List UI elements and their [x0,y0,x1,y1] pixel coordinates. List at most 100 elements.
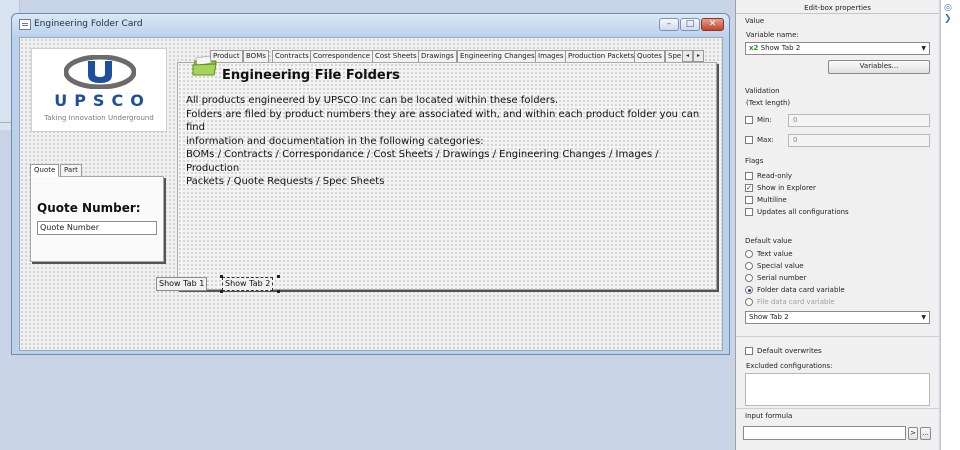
minimize-icon: – [666,19,672,29]
minimize-button[interactable]: – [659,18,679,31]
variables-button[interactable]: Variables... [828,60,930,74]
divider [736,336,939,337]
tab-quote[interactable]: Quote [30,164,60,177]
divider [736,408,939,409]
selection-handle[interactable] [277,275,280,278]
properties-panel: Edit-box properties Value Variable name:… [735,0,939,450]
checkbox-icon [745,196,753,204]
excluded-configurations-field[interactable] [745,373,930,406]
input-formula-field[interactable] [743,426,906,440]
input-formula-label: Input formula [745,412,793,420]
default-value-selected: Show Tab 2 [749,313,789,321]
quote-tab-panel: Quote Number: Quote Number [30,176,164,262]
selection-handle[interactable] [277,290,280,293]
serial-number-radio[interactable]: Serial number [745,273,806,283]
excluded-configurations-label: Excluded configurations: [746,362,833,370]
formula-browse-button[interactable]: ... [920,427,931,440]
radio-label: File data card variable [757,298,835,306]
max-label: Max: [757,136,774,144]
flags-section-label: Flags [745,157,764,165]
default-overwrites-label: Default overwrites [757,347,822,355]
max-checkbox[interactable]: Max: [745,135,774,145]
min-checkbox[interactable]: Min: [745,115,772,125]
panel-title: Engineering File Folders [222,68,400,83]
close-button[interactable]: ✕ [701,18,724,31]
min-field[interactable]: 0 [788,114,930,127]
card-icon [19,19,31,30]
upsco-logo[interactable]: UPSCO Taking Innovation Underground [31,48,167,132]
chevron-left-icon: ◂ [685,52,689,59]
selection-handle[interactable] [220,290,223,293]
flag-label: Show in Explorer [757,184,816,192]
checkmark-icon: ✓ [745,184,753,192]
radio-label: Text value [757,250,793,258]
radio-icon [745,262,753,270]
engineering-tab-panel: Engineering File Folders All products en… [177,55,717,290]
radio-icon [745,250,753,258]
description-line: All products engineered by UPSCO Inc can… [186,95,559,106]
show-tab-2-editbox[interactable]: Show Tab 2 [222,277,274,291]
checkbox-icon [745,172,753,180]
radio-icon [745,298,753,306]
default-value-section-label: Default value [745,237,792,245]
multiline-checkbox[interactable]: Multiline [745,195,787,205]
selection-handle[interactable] [220,275,223,278]
radio-selected-icon [745,286,753,294]
chevron-down-icon: ▼ [921,314,926,321]
default-value-select[interactable]: Show Tab 2 ▼ [745,311,930,324]
window-titlebar[interactable]: Engineering Folder Card – □ ✕ [12,14,729,36]
variable-name-label: Variable name: [746,31,799,39]
maximize-button[interactable]: □ [680,18,700,31]
updates-all-configurations-checkbox[interactable]: Updates all configurations [745,207,849,217]
text-value-radio[interactable]: Text value [745,249,793,259]
flag-label: Read-only [757,172,793,180]
folder-icon [192,55,217,76]
close-icon: ✕ [708,19,717,29]
value-section-label: Value [745,17,765,25]
folder-data-card-variable-radio[interactable]: Folder data card variable [745,285,845,295]
special-value-radio[interactable]: Special value [745,261,804,271]
card-canvas[interactable]: UPSCO Taking Innovation Underground Quot… [19,37,723,351]
description-line: information and documentation in the fol… [186,135,484,147]
info-icon[interactable]: ❯ [944,14,952,24]
variable-name-value: Show Tab 2 [760,44,801,52]
radio-label: Serial number [757,274,807,282]
upsco-logo-mark-icon [64,55,136,89]
quote-number-field[interactable]: Quote Number [37,221,157,235]
radio-label: Folder data card variable [757,286,845,294]
file-data-card-variable-radio: File data card variable [745,297,835,307]
min-label: Min: [757,116,772,124]
checkbox-icon [745,208,753,216]
checkbox-icon [745,347,753,355]
right-sidebar: ◎ ❯ [940,0,960,450]
radio-label: Special value [757,262,804,270]
logo-wordmark: UPSCO [54,91,151,110]
show-in-explorer-checkbox[interactable]: ✓ Show in Explorer [745,183,816,193]
logo-tagline: Taking Innovation Underground [44,114,154,122]
show-tab-1-editbox[interactable]: Show Tab 1 [156,277,208,291]
help-icon[interactable]: ◎ [944,3,952,13]
chevron-down-icon: ▼ [921,45,926,52]
formula-insert-button[interactable]: > [908,427,918,440]
properties-header: Edit-box properties [736,0,939,14]
window-title: Engineering Folder Card [34,19,143,29]
radio-icon [745,274,753,282]
tab-scroll-left-button[interactable]: ◂ [682,50,693,62]
panel-description: All products engineered by UPSCO Inc can… [186,94,706,189]
chevron-right-icon: ▸ [696,52,700,59]
description-line: Packets / Quote Requests / Spec Sheets [186,176,385,187]
variable-name-select[interactable]: x2 Show Tab 2 ▼ [745,42,930,55]
checkbox-icon [745,136,753,144]
maximize-icon: □ [685,19,695,29]
quote-number-label: Quote Number: [37,201,141,215]
variable-badge-icon: x2 [749,44,759,52]
description-line: Folders are filed by product numbers the… [186,108,700,134]
flag-label: Multiline [757,196,787,204]
checkbox-icon [745,116,753,124]
description-line: BOMs / Contracts / Correspondance / Cost… [186,149,659,174]
read-only-checkbox[interactable]: Read-only [745,171,792,181]
max-field[interactable]: 0 [788,134,930,147]
flag-label: Updates all configurations [757,208,849,216]
tab-scroll-right-button[interactable]: ▸ [693,50,704,62]
default-overwrites-checkbox[interactable]: Default overwrites [745,346,822,356]
